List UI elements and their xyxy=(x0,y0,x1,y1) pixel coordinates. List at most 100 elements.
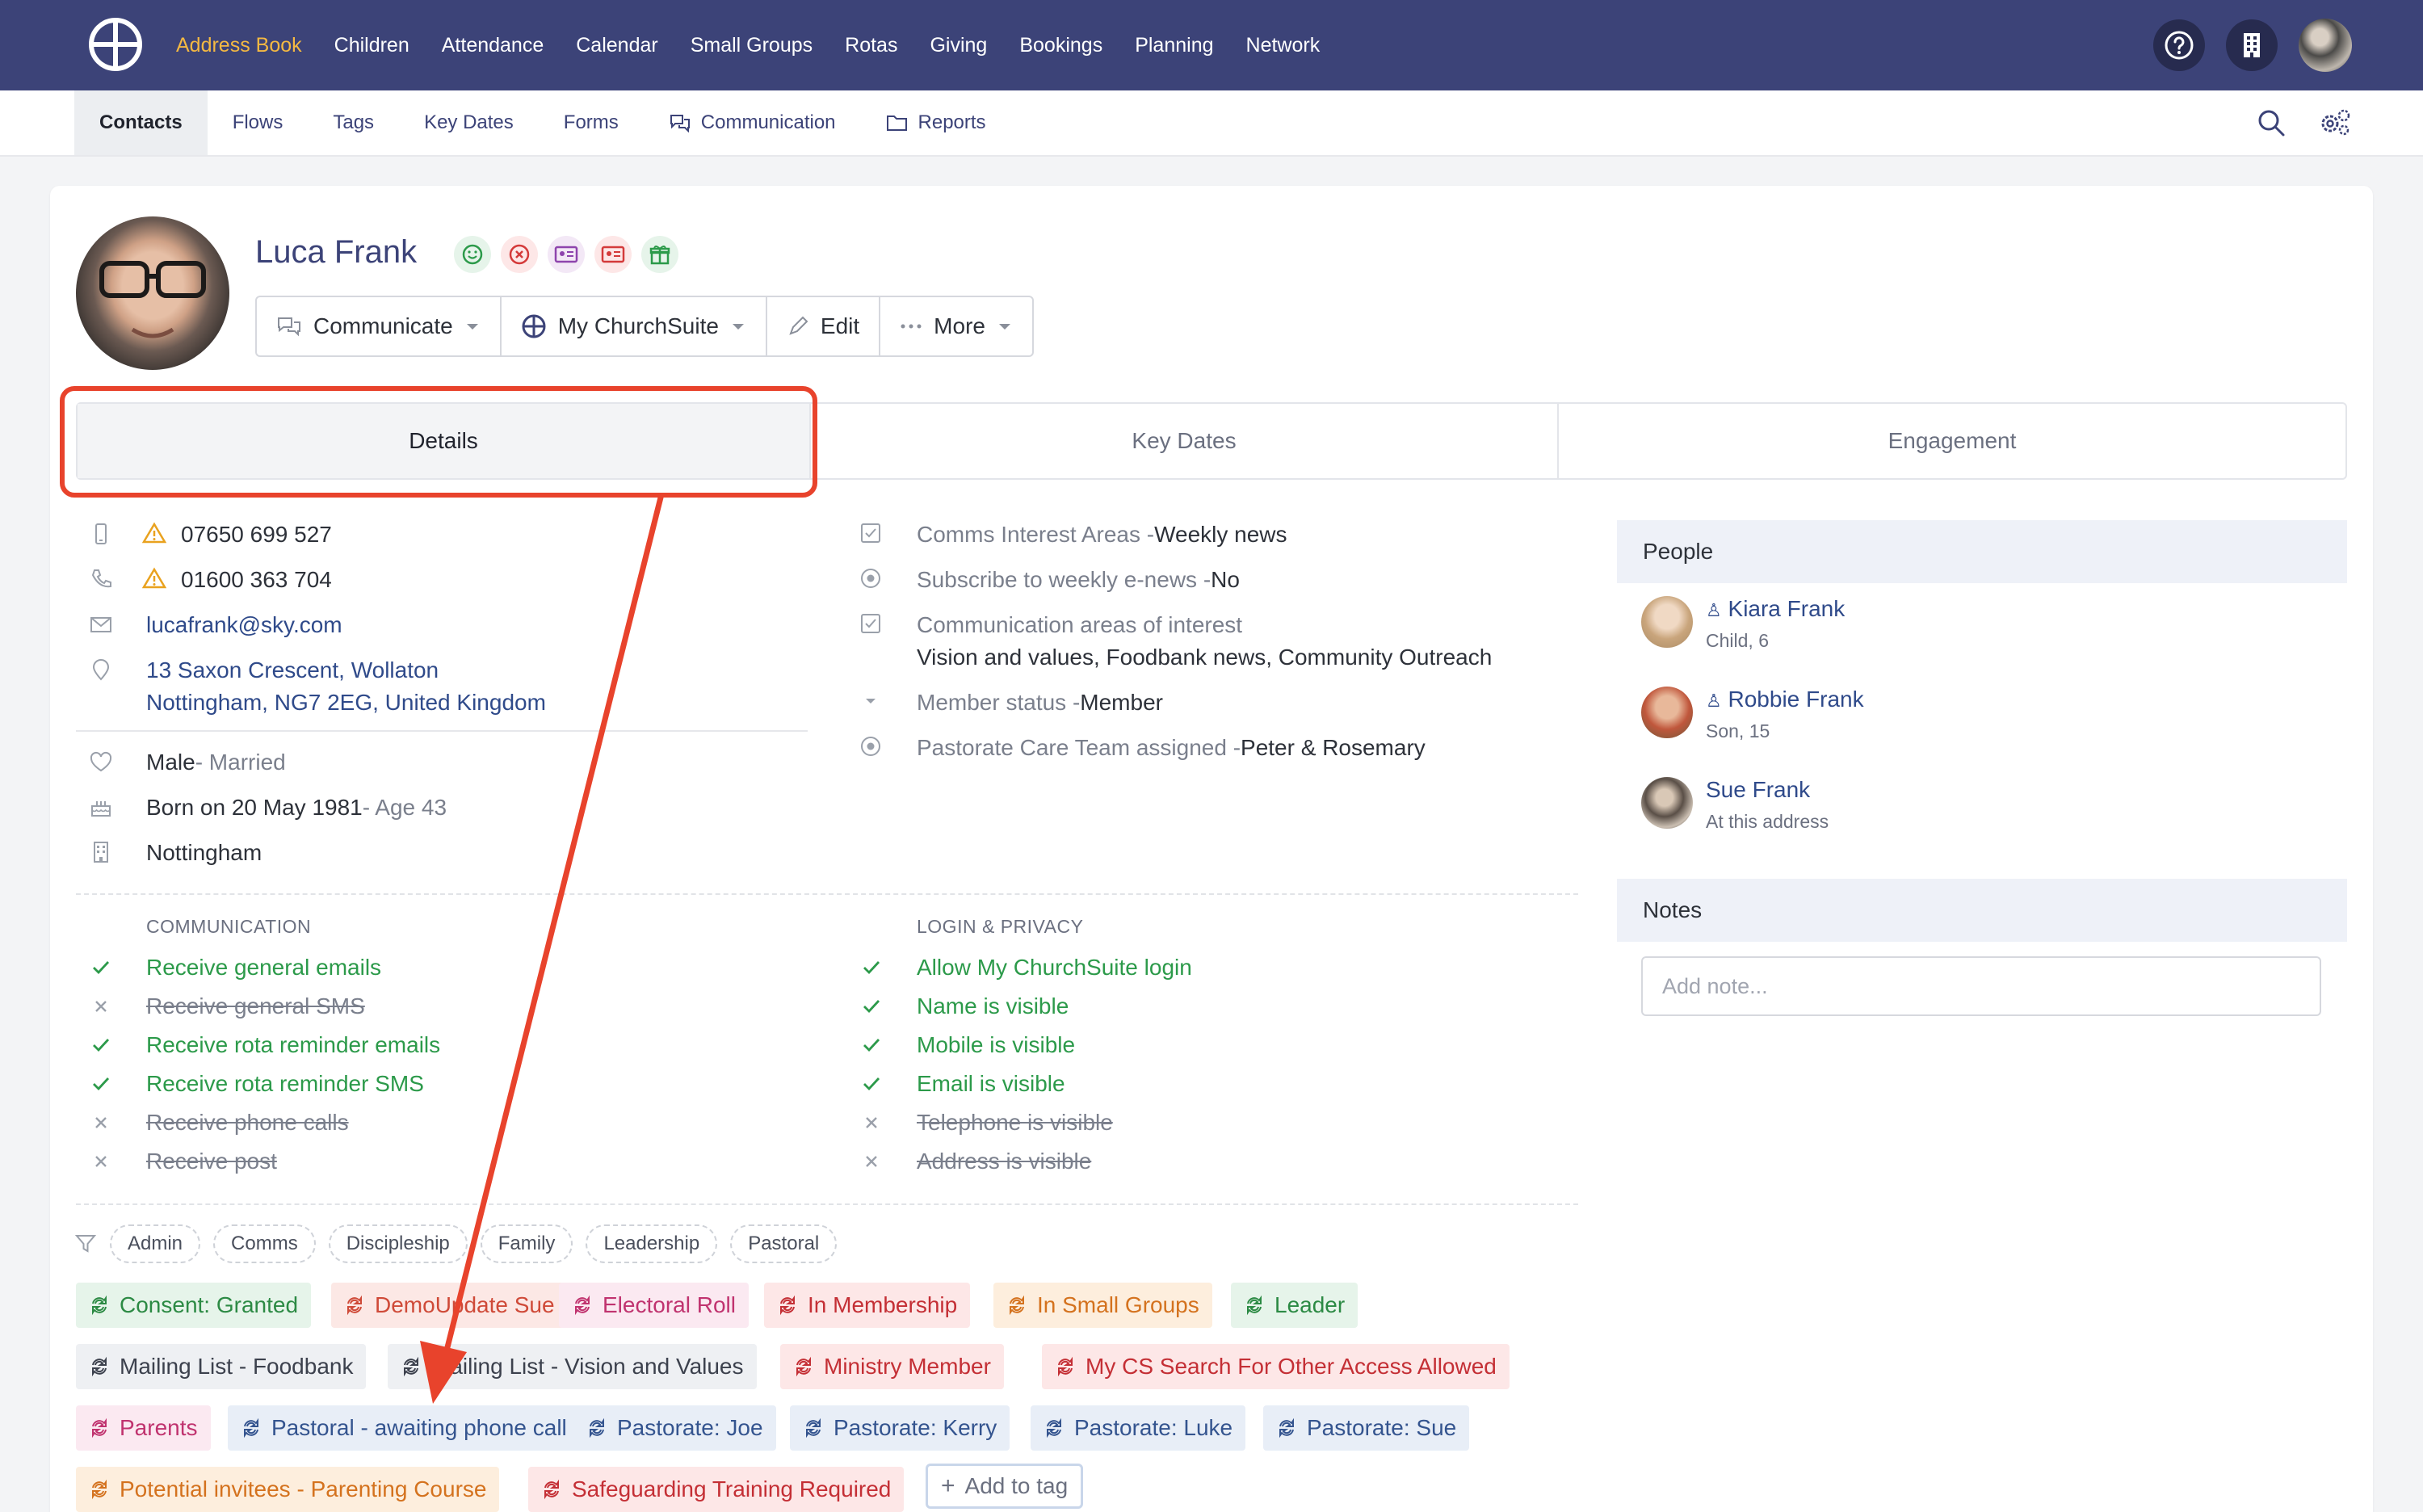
edit-button[interactable]: Edit xyxy=(767,297,881,355)
more-button[interactable]: More xyxy=(880,297,1032,355)
filter-admin[interactable]: Admin xyxy=(110,1224,201,1263)
settings-gears-icon[interactable] xyxy=(2318,107,2352,138)
filter-discipleship[interactable]: Discipleship xyxy=(328,1224,468,1263)
tag-chip[interactable]: Mailing List - Vision and Values xyxy=(388,1344,757,1389)
tag-chip[interactable]: Pastorate: Kerry xyxy=(790,1405,1010,1451)
privacy-item: Email is visible xyxy=(863,1071,1065,1097)
plus-icon: + xyxy=(941,1472,955,1499)
chat-bubbles-icon xyxy=(278,317,300,337)
tag-chip[interactable]: In Small Groups xyxy=(993,1283,1212,1328)
tag-chip[interactable]: Leader xyxy=(1231,1283,1358,1328)
churchsuite-logo-icon[interactable] xyxy=(87,16,144,73)
nav-children[interactable]: Children xyxy=(318,0,426,90)
address-line-1[interactable]: 13 Saxon Crescent, Wollaton xyxy=(146,657,439,683)
cross-icon xyxy=(859,1149,884,1174)
communicate-button[interactable]: Communicate xyxy=(257,297,502,355)
tab-engagement[interactable]: Engagement xyxy=(1559,404,2345,478)
nav-giving[interactable]: Giving xyxy=(913,0,1003,90)
id-card-status-purple[interactable] xyxy=(548,236,585,273)
address-line-2[interactable]: Nottingham, NG7 2EG, United Kingdom xyxy=(146,690,546,716)
tag-chip[interactable]: Potential invitees - Parenting Course xyxy=(76,1467,500,1512)
person-kiara[interactable]: ♙ Kiara Frank Child, 6 xyxy=(1641,596,1845,651)
sync-icon xyxy=(793,1356,814,1377)
tag-chip[interactable]: Safeguarding Training Required xyxy=(528,1467,905,1512)
comms-interest-value: Weekly news xyxy=(1154,522,1287,547)
phone-number[interactable]: 01600 363 704 xyxy=(181,567,332,593)
checkmark-icon xyxy=(859,994,884,1018)
person-name[interactable]: Sue Frank xyxy=(1706,777,1810,803)
gift-status[interactable] xyxy=(641,236,678,273)
nav-attendance[interactable]: Attendance xyxy=(426,0,561,90)
filter-pastoral[interactable]: Pastoral xyxy=(730,1224,838,1263)
f1-icon-wrap xyxy=(859,522,882,544)
tag-chip[interactable]: Ministry Member xyxy=(780,1344,1004,1389)
tag-chip[interactable]: Consent: Granted xyxy=(76,1283,312,1328)
nav-calendar[interactable]: Calendar xyxy=(560,0,674,90)
tag-chip[interactable]: Pastorate: Luke xyxy=(1031,1405,1246,1451)
people-panel-header: People xyxy=(1617,520,2347,583)
tag-label: DemoUpdate Sue xyxy=(375,1292,555,1317)
organisation-button[interactable] xyxy=(2226,19,2278,71)
profile-photo[interactable] xyxy=(76,216,229,370)
user-avatar[interactable] xyxy=(2299,19,2352,72)
tag-chip[interactable]: Pastorate: Joe xyxy=(573,1405,776,1451)
envelope-icon xyxy=(90,617,111,632)
contact-action-bar: Communicate My ChurchSuite Edit More xyxy=(255,296,1034,357)
filter-comms[interactable]: Comms xyxy=(213,1224,316,1263)
nav-network[interactable]: Network xyxy=(1230,0,1337,90)
nav-rotas[interactable]: Rotas xyxy=(829,0,913,90)
site-row xyxy=(89,840,113,864)
add-note-input[interactable] xyxy=(1641,956,2321,1016)
nav-small-groups[interactable]: Small Groups xyxy=(674,0,829,90)
subnav-flows[interactable]: Flows xyxy=(208,90,309,155)
checkmark-icon xyxy=(859,1072,884,1096)
filter-leadership[interactable]: Leadership xyxy=(586,1224,718,1263)
person-name[interactable]: ♙ Robbie Frank xyxy=(1706,687,1864,712)
person-sue[interactable]: Sue Frank At this address xyxy=(1641,777,1829,832)
tab-key-dates[interactable]: Key Dates xyxy=(811,404,1559,478)
add-to-tag-button[interactable]: + Add to tag xyxy=(926,1464,1084,1509)
person-name[interactable]: ♙ Kiara Frank xyxy=(1706,596,1845,622)
tag-chip[interactable]: Mailing List - Foodbank xyxy=(76,1344,367,1389)
my-churchsuite-button[interactable]: My ChurchSuite xyxy=(502,297,767,355)
email-link[interactable]: lucafrank@sky.com xyxy=(146,612,342,638)
cancel-status[interactable] xyxy=(501,236,538,273)
tag-label: Ministry Member xyxy=(824,1354,991,1379)
subnav-reports[interactable]: Reports xyxy=(861,90,1011,155)
building-icon xyxy=(94,842,108,863)
tag-chip[interactable]: Parents xyxy=(76,1405,211,1451)
subnav-key-dates[interactable]: Key Dates xyxy=(399,90,539,155)
smiley-status[interactable] xyxy=(454,236,491,273)
profile-photo-glasses xyxy=(99,261,206,338)
tag-chip[interactable]: Pastoral - awaiting phone call xyxy=(228,1405,580,1451)
nav-planning[interactable]: Planning xyxy=(1119,0,1229,90)
pastorate-team-label: Pastorate Care Team assigned - xyxy=(917,735,1241,760)
tag-chip[interactable]: In Membership xyxy=(764,1283,971,1328)
sub-navigation: Contacts Flows Tags Key Dates Forms Comm… xyxy=(0,90,2423,157)
chevron-down-icon xyxy=(466,324,478,330)
tag-label: In Membership xyxy=(808,1292,958,1317)
tag-chip[interactable]: My CS Search For Other Access Allowed xyxy=(1042,1344,1510,1389)
subnav-contacts[interactable]: Contacts xyxy=(74,90,208,155)
mobile-phone-icon xyxy=(95,523,107,544)
filter-icon[interactable] xyxy=(74,1233,97,1255)
mobile-number[interactable]: 07650 699 527 xyxy=(181,522,332,548)
my-churchsuite-label: My ChurchSuite xyxy=(557,313,719,338)
heart-icon xyxy=(90,751,112,772)
warning-icon xyxy=(142,522,166,544)
tag-chip[interactable]: Pastorate: Sue xyxy=(1263,1405,1470,1451)
nav-address-book[interactable]: Address Book xyxy=(160,0,318,90)
tag-label: Mailing List - Vision and Values xyxy=(431,1354,744,1379)
person-robbie[interactable]: ♙ Robbie Frank Son, 15 xyxy=(1641,687,1864,741)
subnav-forms[interactable]: Forms xyxy=(539,90,644,155)
search-icon[interactable] xyxy=(2257,108,2286,137)
id-card-status-red[interactable] xyxy=(594,236,632,273)
subnav-communication[interactable]: Communication xyxy=(644,90,861,155)
sync-icon xyxy=(89,1479,110,1500)
filter-family[interactable]: Family xyxy=(480,1224,573,1263)
subnav-tags[interactable]: Tags xyxy=(308,90,399,155)
tag-chip[interactable]: DemoUpdate Sue xyxy=(331,1283,568,1328)
nav-bookings[interactable]: Bookings xyxy=(1003,0,1119,90)
tag-chip[interactable]: Electoral Roll xyxy=(559,1283,749,1328)
help-button[interactable] xyxy=(2153,19,2205,71)
